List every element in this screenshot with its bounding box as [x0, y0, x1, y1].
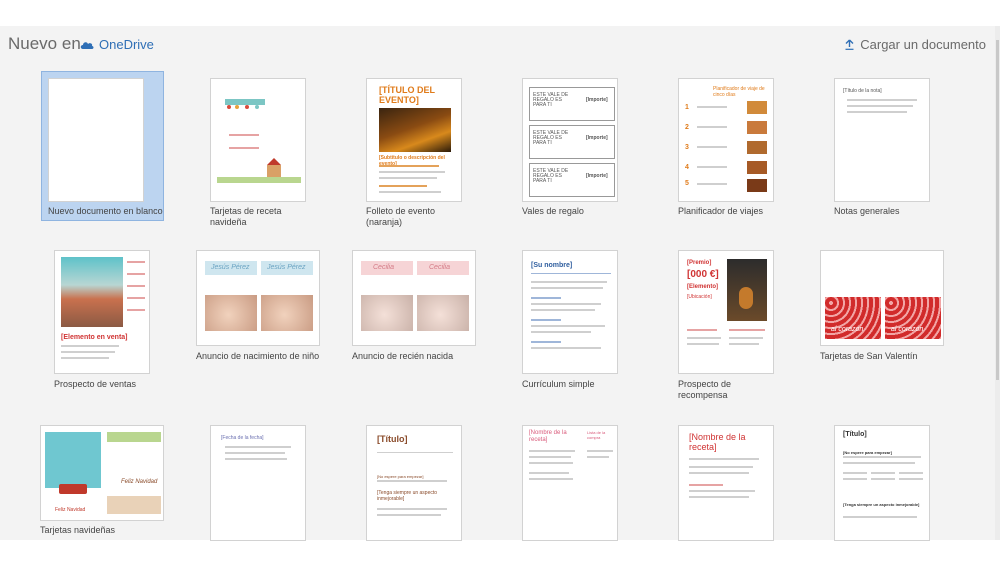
cloud-icon — [80, 42, 94, 49]
template-label: Tarjetas navideñas — [40, 525, 116, 535]
template-label: Tarjetas de receta navideña — [210, 206, 282, 227]
christmas-decoration-icon — [217, 99, 301, 183]
template-label: Anuncio de recién nacida — [352, 351, 454, 361]
template-thumbnail: ESTE VALE DE REGALO ES PARA TI [Importe]… — [522, 78, 618, 202]
baby-photo — [261, 295, 313, 331]
template-thumbnail: [Fecha de la fecha] — [210, 425, 306, 541]
scrollbar-thumb[interactable] — [996, 40, 999, 380]
books-photo — [61, 257, 123, 327]
sales-item: [Elemento en venta] — [61, 334, 128, 341]
template-thumbnail — [48, 78, 144, 202]
bottom-band — [0, 540, 1000, 567]
template-label: Nuevo documento en blanco — [48, 206, 163, 216]
template-thumbnail: [Nombre de la receta] — [678, 425, 774, 541]
template-thumbnail: [Nombre de la receta] Lista de la compra — [522, 425, 618, 541]
template-thumbnail: [Premio] [000 €] [Elemento] [Ubicación] — [678, 250, 774, 374]
upload-document-button[interactable]: Cargar un documento — [845, 37, 986, 52]
baby-photo — [361, 295, 413, 331]
template-thumbnail: [Título] [No espere para empezar] [Tenga… — [366, 425, 462, 541]
event-photo — [379, 108, 451, 152]
template-thumbnail: Jesús Pérez Jesús Pérez — [196, 250, 320, 346]
baby-photo — [417, 295, 469, 331]
template-thumbnail: Planificador de viaje de cinco días 1 2 … — [678, 78, 774, 202]
template-label: Notas generales — [834, 206, 900, 216]
upload-label: Cargar un documento — [860, 37, 986, 52]
location-onedrive[interactable]: OneDrive — [80, 37, 154, 52]
template-thumbnail: [Título de la nota] — [834, 78, 930, 202]
event-title: [TÍTULO DEL EVENTO] — [379, 85, 435, 105]
template-label: Currículum simple — [522, 379, 595, 389]
template-label: Prospecto de ventas — [54, 379, 137, 389]
template-thumbnail: [Elemento en venta] — [54, 250, 150, 374]
voucher: ESTE VALE DE REGALO ES PARA TI [Importe] — [529, 163, 615, 197]
voucher: ESTE VALE DE REGALO ES PARA TI [Importe] — [529, 87, 615, 121]
template-label: Tarjetas de San Valentín — [820, 351, 918, 361]
baby-photo — [205, 295, 257, 331]
template-thumbnail — [210, 78, 306, 202]
template-label: Anuncio de nacimiento de niño — [196, 351, 320, 361]
planner-title: Planificador de viaje de cinco días — [713, 86, 765, 98]
template-label: Prospecto de recompensa — [678, 379, 732, 400]
upload-arrow-icon — [845, 39, 854, 50]
title-bar — [0, 0, 1000, 26]
voucher: ESTE VALE DE REGALO ES PARA TI [Importe] — [529, 125, 615, 159]
template-thumbnail: Cecilia Cecilia — [352, 250, 476, 346]
template-thumbnail: al corazón al corazón — [820, 250, 944, 346]
page-title: Nuevo en — [8, 34, 81, 53]
template-thumbnail: [TÍTULO DEL EVENTO] [Subtítulo o descrip… — [366, 78, 462, 202]
template-label: Planificador de viajes — [678, 206, 764, 216]
template-thumbnail: Feliz Navidad Feliz Navidad — [40, 425, 164, 521]
location-label: OneDrive — [99, 37, 154, 52]
template-thumbnail: [Su nombre] — [522, 250, 618, 374]
notes-title: [Título de la nota] — [843, 88, 882, 94]
resume-name: [Su nombre] — [531, 262, 573, 269]
template-thumbnail: [Título] [No espere para empezar] [Tenga… — [834, 425, 930, 541]
template-label: Folleto de evento (naranja) — [366, 206, 436, 227]
template-label: Vales de regalo — [522, 206, 584, 216]
